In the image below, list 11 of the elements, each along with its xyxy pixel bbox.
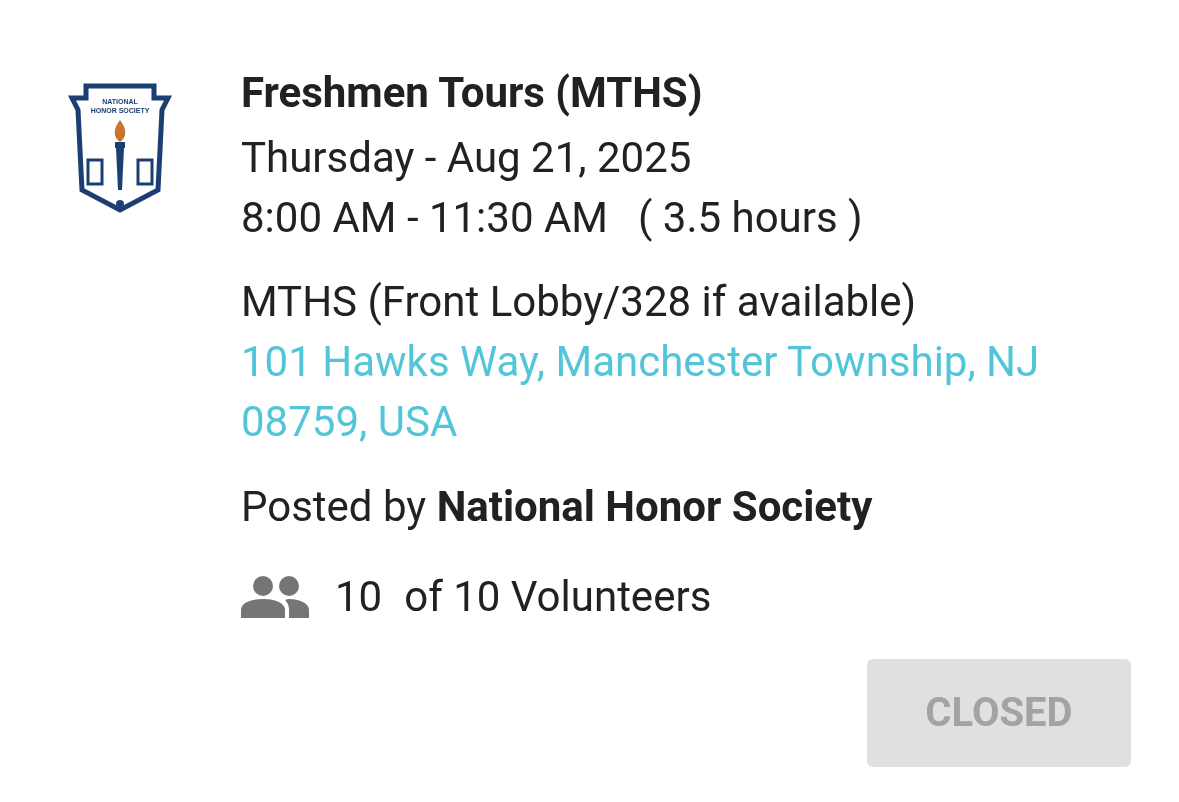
closed-button: CLOSED <box>867 659 1131 767</box>
posted-by-text: Posted by National Honor Society <box>241 481 874 533</box>
event-location: MTHS (Front Lobby/328 if available) <box>241 276 918 328</box>
volunteer-total: of 10 Volunteers <box>404 570 712 623</box>
volunteer-count: 10 <box>335 570 383 623</box>
people-icon <box>241 574 309 618</box>
event-date: Thursday - Aug 21, 2025 <box>241 132 693 184</box>
event-time: 8:00 AM - 11:30 AM <box>241 192 608 244</box>
event-duration: ( 3.5 hours ) <box>638 192 863 244</box>
address-link[interactable]: 101 Hawks Way, Manchester Township, NJ 08759, USA <box>241 332 1141 452</box>
event-title: Freshmen Tours (MTHS) <box>241 68 704 118</box>
